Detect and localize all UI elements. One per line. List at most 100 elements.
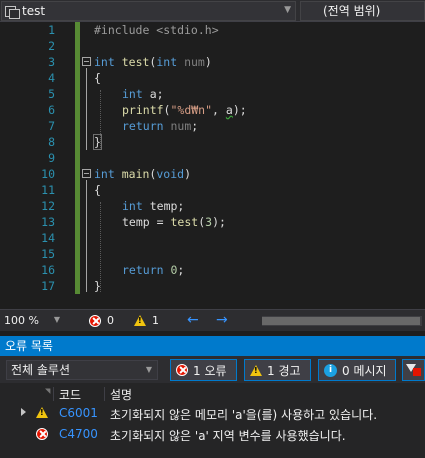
line-number: 7: [48, 119, 55, 133]
line-number: 17: [41, 279, 55, 293]
line-number: 13: [41, 215, 55, 229]
sort-indicator-icon: ◥: [45, 387, 51, 395]
line-number: 9: [48, 151, 55, 165]
squiggle-variable[interactable]: a: [226, 103, 233, 117]
solution-scope-dropdown[interactable]: 전체 솔루션 ▼: [6, 360, 158, 380]
error-list-panel: 전체 솔루션 ▼ 1 오류 1 경고 i 0 메시지 ◥ 코드 설명 C6001…: [0, 356, 425, 458]
code-line-16: return 0;: [122, 263, 185, 277]
line-number: 8: [48, 135, 55, 149]
column-header-description[interactable]: 설명: [110, 386, 132, 403]
column-header-code[interactable]: 코드: [59, 386, 81, 403]
status-warning-count[interactable]: 1: [134, 314, 159, 327]
line-number: 11: [41, 183, 55, 197]
line-number: 1: [48, 23, 55, 37]
horizontal-scrollbar[interactable]: [262, 316, 422, 326]
outline-guide: [86, 68, 87, 150]
keyword: void: [156, 167, 185, 181]
function-name: test: [170, 215, 199, 229]
code-line-4: {: [94, 70, 101, 86]
function-name: printf: [122, 103, 164, 117]
code-line-1: #include <stdio.h>: [94, 22, 219, 38]
code-editor[interactable]: 1 2 3 4 5 6 7 8 9 10 11 12 13 14 15 16 1…: [0, 22, 425, 309]
preprocessor-include: #include <stdio.h>: [94, 23, 219, 37]
arrow-right-icon[interactable]: →: [216, 312, 228, 328]
zoom-level: 100 %: [4, 314, 39, 327]
code-line-8: }: [93, 134, 102, 150]
column-header-row: ◥ 코드 설명: [0, 384, 425, 404]
line-number: 6: [48, 103, 55, 117]
warnings-filter-button[interactable]: 1 경고: [244, 359, 311, 381]
line-number: 10: [41, 167, 55, 181]
keyword: return: [122, 263, 164, 277]
warning-icon: [134, 315, 146, 326]
error-list-title[interactable]: 오류 목록: [0, 336, 425, 356]
code-line-12: int temp;: [122, 199, 185, 213]
parameter: num: [184, 55, 205, 69]
change-tracking-bar: [75, 22, 80, 294]
column-separator[interactable]: [104, 387, 105, 401]
line-number: 16: [41, 263, 55, 277]
keyword: int: [122, 87, 143, 101]
row-code-link[interactable]: C6001: [59, 406, 98, 420]
column-separator[interactable]: [53, 387, 54, 401]
member-dropdown[interactable]: (전역 범위): [300, 1, 425, 21]
messages-label: 0 메시지: [342, 363, 387, 378]
error-icon: [89, 314, 101, 327]
keyword: return: [122, 119, 164, 133]
warnings-label: 1 경고: [267, 363, 301, 378]
error-list-toolbar: 전체 솔루션 ▼ 1 오류 1 경고 i 0 메시지: [0, 356, 425, 383]
expand-arrow-icon[interactable]: [21, 408, 26, 416]
errors-filter-button[interactable]: 1 오류: [170, 359, 237, 381]
error-list-row[interactable]: C6001 초기화되지 않은 메모리 'a'을(를) 사용하고 있습니다.: [0, 403, 425, 424]
chevron-down-icon[interactable]: ▼: [284, 5, 291, 15]
brace: {: [94, 183, 101, 197]
scope-value: 전체 솔루션: [11, 363, 71, 377]
scope-label: test: [22, 4, 46, 18]
chevron-down-icon: ▼: [53, 315, 60, 324]
row-description: 초기화되지 않은 메모리 'a'을(를) 사용하고 있습니다.: [110, 408, 378, 422]
warning-icon: [36, 407, 48, 418]
error-count: 0: [107, 314, 114, 327]
warning-icon: [250, 364, 262, 376]
line-number: 2: [48, 39, 55, 53]
variable: temp: [149, 199, 178, 213]
row-code-link[interactable]: C4700: [59, 427, 98, 441]
string-literal: "%d₩n": [170, 103, 213, 117]
row-description: 초기화되지 않은 'a' 지역 변수를 사용했습니다.: [110, 429, 346, 443]
variable: temp: [122, 215, 150, 229]
variable: a: [149, 87, 157, 101]
error-icon: [36, 428, 48, 440]
navigation-bar: test ▼ (전역 범위): [0, 0, 425, 22]
collapse-toggle[interactable]: [82, 57, 91, 66]
scope-dropdown[interactable]: test ▼: [1, 1, 296, 21]
error-list-row[interactable]: C4700 초기화되지 않은 'a' 지역 변수를 사용했습니다.: [0, 424, 425, 445]
brace: }: [93, 134, 102, 150]
status-error-count[interactable]: 0: [89, 314, 114, 327]
code-line-10: int main(void): [94, 167, 191, 181]
parameter: num: [170, 119, 192, 133]
editor-status-bar: 100 % ▼ 0 1 ← →: [0, 309, 425, 331]
line-number: 14: [41, 231, 55, 245]
zoom-dropdown[interactable]: 100 % ▼: [4, 314, 60, 328]
messages-filter-button[interactable]: i 0 메시지: [318, 359, 396, 381]
line-number: 12: [41, 199, 55, 213]
line-number: 5: [48, 87, 55, 101]
function-name: main: [121, 167, 150, 181]
line-number: 15: [41, 247, 55, 261]
class-scope-icon: [5, 5, 20, 19]
error-icon: [176, 364, 188, 376]
brace: {: [94, 71, 101, 85]
brace: }: [94, 279, 101, 293]
keyword: int: [156, 55, 178, 69]
code-line-13: temp = test(3);: [122, 215, 226, 229]
code-line-11: {: [94, 182, 101, 198]
arrow-left-icon[interactable]: ←: [187, 312, 199, 328]
filter-icon[interactable]: [402, 359, 425, 381]
scrollbar-thumb[interactable]: [262, 317, 420, 325]
chevron-down-icon: ▼: [145, 365, 152, 374]
function-name: test: [121, 55, 150, 69]
keyword: int: [94, 55, 115, 69]
keyword: int: [122, 199, 143, 213]
collapse-toggle[interactable]: [82, 169, 91, 178]
code-line-17: }: [94, 278, 101, 294]
